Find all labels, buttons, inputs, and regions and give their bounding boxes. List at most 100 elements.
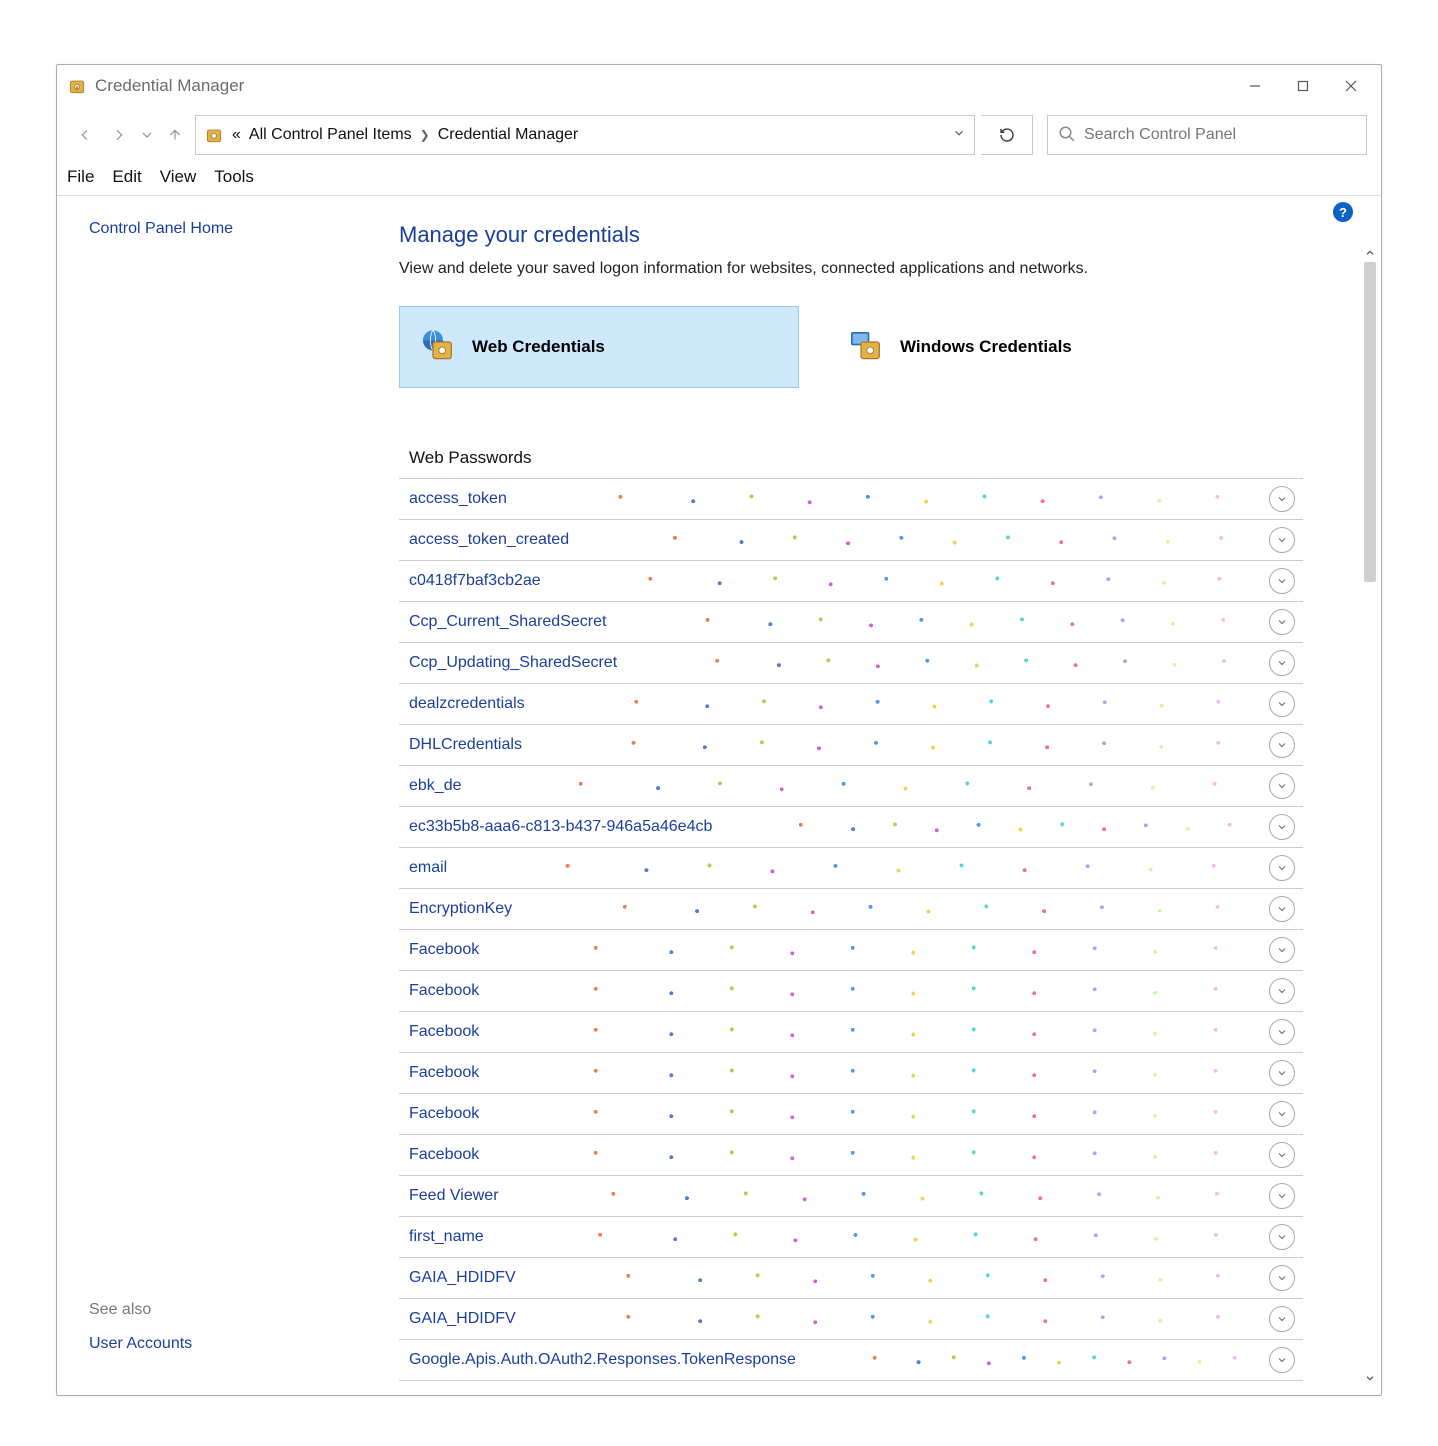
credential-row[interactable]: GAIA_HDIDFV [399, 1258, 1303, 1299]
expand-button[interactable] [1269, 650, 1295, 676]
expand-button[interactable] [1269, 978, 1295, 1004]
credential-row[interactable]: access_token [399, 479, 1303, 520]
credential-row[interactable]: GAIA_HDIDFV [399, 1299, 1303, 1340]
credential-value-redacted [505, 980, 1261, 1002]
credential-value-redacted [542, 1267, 1261, 1289]
credential-name: Facebook [409, 982, 479, 1000]
credential-value-redacted [643, 652, 1261, 674]
credential-name: Google.Apis.Auth.OAuth2.Responses.TokenR… [409, 1351, 796, 1369]
credential-name: Facebook [409, 1023, 479, 1041]
maximize-button[interactable] [1279, 65, 1327, 107]
web-passwords-heading: Web Passwords [399, 442, 1303, 478]
minimize-button[interactable] [1231, 65, 1279, 107]
credential-row[interactable]: Ccp_Current_SharedSecret [399, 602, 1303, 643]
web-credentials-tab[interactable]: Web Credentials [399, 306, 799, 388]
credential-row[interactable]: Facebook [399, 971, 1303, 1012]
credential-row[interactable]: ebk_de [399, 766, 1303, 807]
address-bar[interactable]: « All Control Panel Items ❯ Credential M… [195, 115, 975, 155]
expand-button[interactable] [1269, 486, 1295, 512]
expand-button[interactable] [1269, 1265, 1295, 1291]
address-dropdown-icon[interactable] [952, 126, 966, 145]
see-also-label: See also [89, 1301, 192, 1319]
scroll-down-icon[interactable] [1361, 1369, 1379, 1387]
menu-edit[interactable]: Edit [112, 167, 141, 187]
credential-value-redacted [548, 734, 1261, 756]
expand-button[interactable] [1269, 855, 1295, 881]
credential-row[interactable]: ec33b5b8-aaa6-c813-b437-946a5a46e4cb [399, 807, 1303, 848]
search-box[interactable] [1047, 115, 1367, 155]
credential-name: DHLCredentials [409, 736, 522, 754]
expand-button[interactable] [1269, 1019, 1295, 1045]
scroll-thumb[interactable] [1364, 262, 1376, 582]
recent-locations-dropdown[interactable] [139, 121, 155, 149]
credential-row[interactable]: Facebook [399, 1012, 1303, 1053]
expand-button[interactable] [1269, 1306, 1295, 1332]
forward-button[interactable] [105, 121, 133, 149]
refresh-button[interactable] [981, 115, 1033, 155]
credential-row[interactable]: c0418f7baf3cb2ae [399, 561, 1303, 602]
credential-row[interactable]: Facebook [399, 1094, 1303, 1135]
window: Credential Manager « All Co [56, 64, 1382, 1396]
expand-button[interactable] [1269, 773, 1295, 799]
control-panel-home-link[interactable]: Control Panel Home [89, 220, 359, 238]
breadcrumb-item[interactable]: All Control Panel Items [249, 126, 412, 144]
expand-button[interactable] [1269, 1142, 1295, 1168]
search-input[interactable] [1084, 126, 1356, 144]
credential-value-redacted [542, 1308, 1261, 1330]
expand-button[interactable] [1269, 691, 1295, 717]
expand-button[interactable] [1269, 1101, 1295, 1127]
credential-row[interactable]: Feed Viewer [399, 1176, 1303, 1217]
expand-button[interactable] [1269, 568, 1295, 594]
credential-row[interactable]: access_token_created [399, 520, 1303, 561]
expand-button[interactable] [1269, 814, 1295, 840]
expand-button[interactable] [1269, 937, 1295, 963]
credential-value-redacted [738, 816, 1261, 838]
credential-value-redacted [505, 1062, 1261, 1084]
scroll-up-icon[interactable] [1361, 244, 1379, 262]
vertical-scrollbar[interactable] [1361, 244, 1379, 1387]
credential-row[interactable]: Facebook [399, 1053, 1303, 1094]
up-button[interactable] [161, 121, 189, 149]
credential-value-redacted [551, 693, 1261, 715]
credential-value-redacted [473, 857, 1261, 879]
credential-value-redacted [488, 775, 1262, 797]
credential-row[interactable]: first_name [399, 1217, 1303, 1258]
search-icon [1058, 125, 1076, 146]
user-accounts-link[interactable]: User Accounts [89, 1335, 192, 1353]
credential-row[interactable]: Facebook [399, 1135, 1303, 1176]
credential-name: Feed Viewer [409, 1187, 499, 1205]
windows-credentials-tab[interactable]: Windows Credentials [827, 306, 1227, 388]
credential-row[interactable]: dealzcredentials [399, 684, 1303, 725]
credential-row[interactable]: DHLCredentials [399, 725, 1303, 766]
web-credentials-label: Web Credentials [472, 337, 605, 357]
windows-credentials-icon [846, 327, 886, 367]
credential-row[interactable]: Ccp_Updating_SharedSecret [399, 643, 1303, 684]
credential-row[interactable]: Facebook [399, 930, 1303, 971]
expand-button[interactable] [1269, 1347, 1295, 1373]
sidebar: Control Panel Home See also User Account… [57, 196, 359, 1395]
back-button[interactable] [71, 121, 99, 149]
expand-button[interactable] [1269, 527, 1295, 553]
expand-button[interactable] [1269, 1224, 1295, 1250]
menu-view[interactable]: View [160, 167, 197, 187]
expand-button[interactable] [1269, 896, 1295, 922]
credential-manager-icon [67, 76, 87, 96]
expand-button[interactable] [1269, 609, 1295, 635]
credential-row[interactable]: EncryptionKey [399, 889, 1303, 930]
scroll-track[interactable] [1361, 262, 1379, 1369]
close-button[interactable] [1327, 65, 1375, 107]
credential-row[interactable]: Google.Apis.Auth.OAuth2.Responses.TokenR… [399, 1340, 1303, 1381]
credential-name: ebk_de [409, 777, 462, 795]
credential-name: Facebook [409, 1064, 479, 1082]
credential-name: Facebook [409, 1146, 479, 1164]
menu-tools[interactable]: Tools [214, 167, 254, 187]
breadcrumb-item[interactable]: Credential Manager [438, 126, 579, 144]
menu-file[interactable]: File [67, 167, 94, 187]
credential-name: first_name [409, 1228, 484, 1246]
help-icon[interactable]: ? [1333, 202, 1353, 222]
expand-button[interactable] [1269, 1060, 1295, 1086]
credential-name: Facebook [409, 1105, 479, 1123]
expand-button[interactable] [1269, 732, 1295, 758]
credential-row[interactable]: email [399, 848, 1303, 889]
expand-button[interactable] [1269, 1183, 1295, 1209]
